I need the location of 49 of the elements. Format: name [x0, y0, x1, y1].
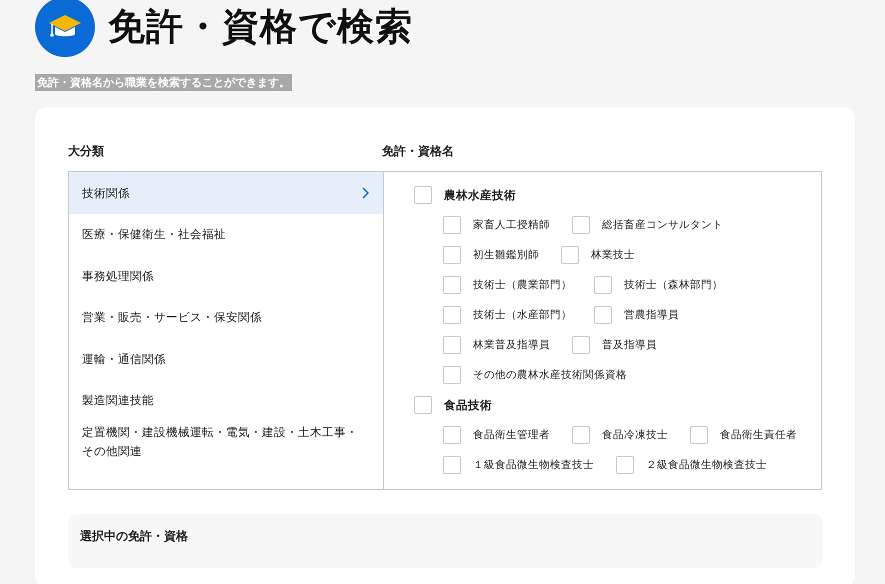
checkbox[interactable]	[443, 246, 461, 264]
checkbox[interactable]	[414, 186, 432, 204]
license-label: 技術士（水産部門）	[473, 308, 572, 322]
license-label: 林業技士	[591, 248, 635, 262]
checkbox[interactable]	[690, 426, 708, 444]
checkbox[interactable]	[443, 426, 461, 444]
checkbox[interactable]	[443, 336, 461, 354]
checkbox[interactable]	[443, 306, 461, 324]
category-item[interactable]: 定置機関・建設機械運転・電気・建設・土木工事・その他関連	[69, 421, 383, 462]
checkbox[interactable]	[594, 276, 612, 294]
license-label: 技術士（森林部門）	[624, 278, 723, 292]
license-label: 営農指導員	[624, 308, 679, 322]
license-label: 総括畜産コンサルタント	[602, 218, 723, 232]
column-heading: 大分類	[68, 143, 105, 160]
license-label: 食品衛生責任者	[720, 428, 797, 442]
group-label: 食品技術	[444, 398, 492, 412]
page-description: 免許・資格名から職業を検索することができます。	[35, 74, 292, 91]
chevron-right-icon	[361, 186, 369, 199]
checkbox[interactable]	[443, 456, 461, 474]
checkbox[interactable]	[561, 246, 579, 264]
category-item[interactable]: 運輸・通信関係	[69, 338, 383, 380]
category-item[interactable]: 事務処理関係	[69, 255, 383, 296]
category-item[interactable]: 医療・保健衛生・社会福祉	[69, 214, 383, 255]
category-item[interactable]: 営業・販売・サービス・保安関係	[69, 296, 383, 338]
category-item[interactable]: 技術関係	[69, 172, 383, 214]
checkbox[interactable]	[443, 216, 461, 234]
license-label: 食品衛生管理者	[473, 428, 550, 442]
category-item[interactable]: 製造関連技能	[69, 380, 383, 421]
checkbox[interactable]	[414, 396, 432, 414]
license-label: 家畜人工授精師	[473, 218, 550, 232]
checkbox[interactable]	[443, 276, 461, 294]
license-label: 食品冷凍技士	[602, 428, 668, 442]
column-heading: 免許・資格名	[382, 143, 454, 160]
checkbox[interactable]	[572, 216, 590, 234]
checkbox[interactable]	[443, 366, 461, 384]
checkbox[interactable]	[572, 336, 590, 354]
license-label: その他の農林水産技術関係資格	[473, 368, 627, 382]
license-label: 初生雛鑑別師	[473, 248, 539, 262]
checkbox[interactable]	[594, 306, 612, 324]
checkbox[interactable]	[572, 426, 590, 444]
license-label: 普及指導員	[602, 338, 657, 352]
license-label: １級食品微生物検査技士	[473, 458, 594, 472]
checkbox[interactable]	[616, 456, 634, 474]
panel-heading: 選択中の免許・資格	[80, 529, 188, 543]
page-title: 免許・資格で検索	[108, 4, 413, 50]
license-label: 林業普及指導員	[473, 338, 550, 352]
license-label: ２級食品微生物検査技士	[646, 458, 767, 472]
group-label: 農林水産技術	[444, 188, 516, 202]
license-label: 技術士（農業部門）	[473, 278, 572, 292]
